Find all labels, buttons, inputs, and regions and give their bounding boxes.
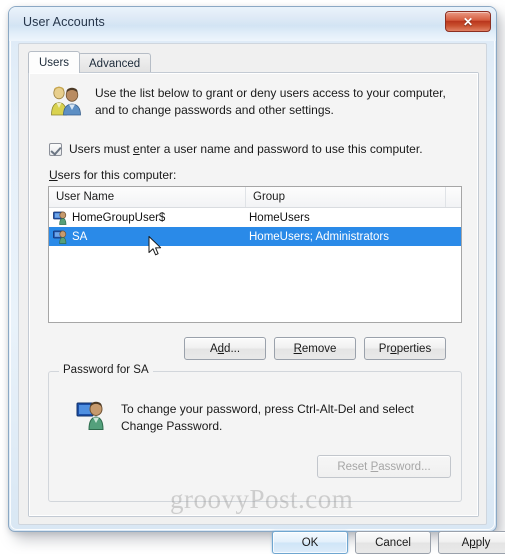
user-account-icon: [53, 211, 67, 225]
must-enter-credentials-row[interactable]: Users must enter a user name and passwor…: [49, 142, 423, 156]
user-monitor-icon: [76, 401, 104, 430]
table-row[interactable]: SA HomeUsers; Administrators: [49, 227, 461, 246]
users-group-icon: [51, 86, 81, 116]
tab-strip: Users Advanced: [28, 51, 479, 73]
password-group-box: Password for SA To change your password,…: [48, 364, 462, 502]
must-enter-credentials-label: Users must enter a user name and passwor…: [69, 142, 423, 156]
checkbox-label-part1: Users must: [69, 142, 134, 156]
column-header-spacer: [446, 187, 463, 207]
tab-advanced-label: Advanced: [89, 57, 141, 70]
must-enter-credentials-checkbox[interactable]: [49, 142, 62, 156]
row-user-name: SA: [72, 230, 88, 243]
checkbox-label-accel: e: [133, 142, 140, 156]
user-list-caption-accel: U: [49, 168, 58, 182]
user-list-view[interactable]: User Name Group HomeGroupUser$ HomeUsers…: [48, 186, 462, 323]
dialog-client-area: Users Advanced Use the list below to gra…: [18, 43, 505, 554]
column-header-group[interactable]: Group: [246, 187, 446, 207]
ok-button-label: OK: [301, 536, 319, 549]
user-list-caption: Users for this computer:: [49, 168, 176, 182]
reset-password-button[interactable]: Reset Password...: [317, 455, 451, 478]
cancel-button-label: Cancel: [375, 536, 411, 549]
user-account-icon: [53, 230, 67, 244]
properties-button-label: Properties: [378, 342, 432, 355]
close-button[interactable]: ✕: [445, 11, 491, 32]
ok-button[interactable]: OK: [272, 531, 348, 554]
tab-panel-users: Use the list below to grant or deny user…: [28, 72, 479, 517]
user-list-caption-rest: sers for this computer:: [57, 168, 177, 182]
title-bar[interactable]: User Accounts ✕: [9, 7, 496, 41]
user-accounts-dialog: User Accounts ✕ Users Advanced Use the l…: [8, 6, 505, 554]
table-row[interactable]: HomeGroupUser$ HomeUsers: [49, 208, 461, 227]
apply-button-label: Apply: [461, 536, 491, 549]
column-header-group-label: Group: [253, 191, 285, 203]
cancel-button[interactable]: Cancel: [355, 531, 431, 554]
remove-button[interactable]: Remove: [274, 337, 356, 360]
row-group: HomeUsers: [249, 211, 310, 224]
checkbox-label-part2: nter a user name and password to use thi…: [139, 142, 423, 156]
row-group: HomeUsers; Administrators: [249, 230, 389, 243]
window-title: User Accounts: [23, 15, 105, 29]
intro-description: Use the list below to grant or deny user…: [95, 86, 446, 117]
add-button-label: Add...: [209, 342, 241, 355]
apply-button[interactable]: Apply: [438, 531, 505, 554]
tab-advanced[interactable]: Advanced: [78, 53, 152, 73]
row-user-name: HomeGroupUser$: [72, 211, 166, 224]
password-instructions: To change your password, press Ctrl-Alt-…: [121, 402, 414, 433]
password-group-legend: Password for SA: [59, 364, 153, 376]
tab-users[interactable]: Users: [28, 51, 81, 73]
properties-button[interactable]: Properties: [364, 337, 446, 360]
user-list-header: User Name Group: [49, 187, 461, 208]
tab-users-label: Users: [39, 56, 70, 69]
reset-password-button-label: Reset Password...: [337, 460, 431, 473]
column-header-user-name[interactable]: User Name: [49, 187, 246, 207]
user-list-rows: HomeGroupUser$ HomeUsers SA HomeUsers; A…: [49, 208, 461, 246]
add-button[interactable]: Add...: [184, 337, 266, 360]
column-header-user-name-label: User Name: [56, 191, 115, 203]
remove-button-label: Remove: [293, 342, 337, 355]
close-icon: ✕: [462, 14, 474, 29]
